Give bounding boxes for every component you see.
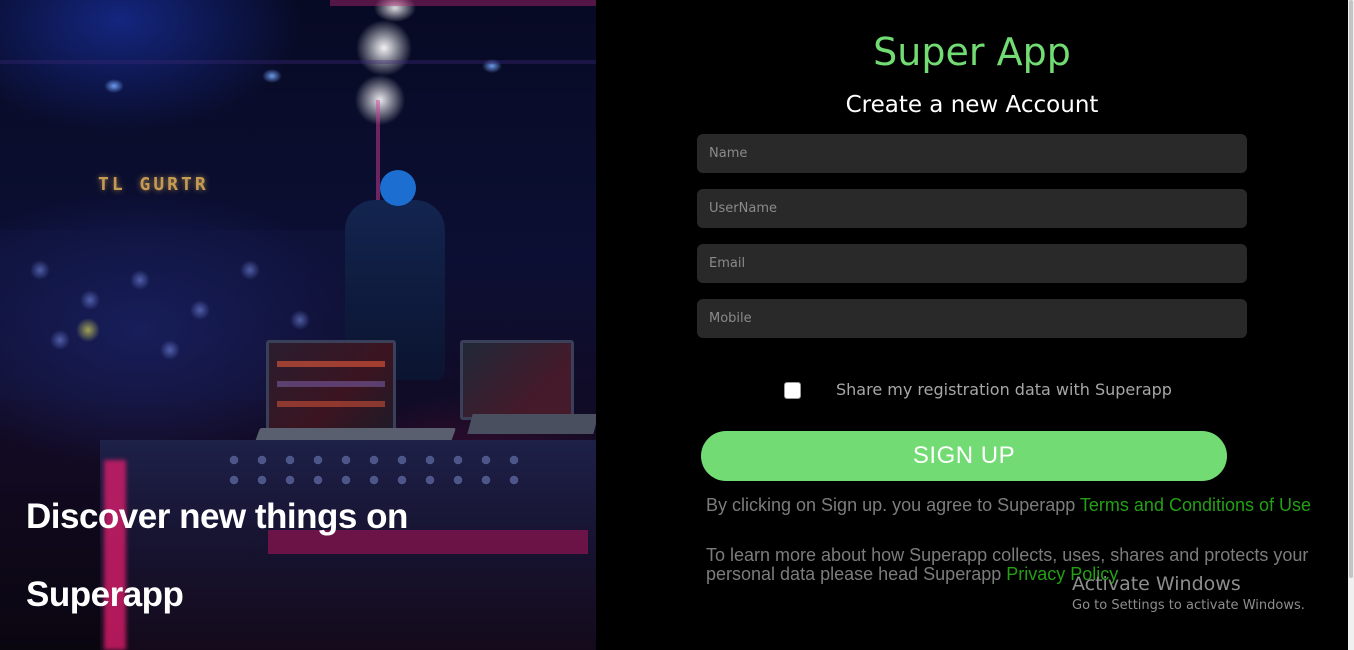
performer-cap — [380, 170, 416, 206]
share-data-label: Share my registration data with Superapp — [836, 380, 1172, 399]
signup-panel: Super App Create a new Account Share my … — [596, 0, 1348, 650]
mobile-input[interactable] — [697, 299, 1247, 338]
share-data-checkbox[interactable] — [784, 382, 801, 399]
username-input[interactable] — [697, 189, 1247, 228]
terms-text: By clicking on Sign up. you agree to Sup… — [706, 496, 1326, 515]
hero-title-line1: Discover new things on — [26, 497, 408, 536]
terms-link[interactable]: Terms and Conditions of Use — [1080, 495, 1311, 515]
laptop-left — [266, 340, 396, 432]
name-input[interactable] — [697, 134, 1247, 173]
app-logo: Super App — [873, 30, 1071, 74]
stage-truss — [0, 60, 596, 64]
terms-prefix: By clicking on Sign up. you agree to Sup… — [706, 495, 1080, 515]
activate-windows-title: Activate Windows — [1072, 573, 1241, 595]
page-title: Create a new Account — [845, 92, 1099, 118]
hero-title: Discover new things on Superapp — [26, 478, 586, 634]
laptop-right-keyboard — [467, 414, 596, 434]
laptop-right — [460, 340, 574, 420]
hero-title-line2: Superapp — [26, 575, 184, 614]
email-input[interactable] — [697, 244, 1247, 283]
signup-button[interactable]: SIGN UP — [701, 431, 1227, 481]
hero-image: TL GURTR Discover new things on Superapp — [0, 0, 596, 650]
scrollbar-thumb[interactable] — [1349, 0, 1353, 578]
marquee-sign: TL GURTR — [98, 174, 209, 195]
stage-truss — [330, 0, 596, 6]
activate-windows-subtitle: Go to Settings to activate Windows. — [1072, 598, 1305, 613]
